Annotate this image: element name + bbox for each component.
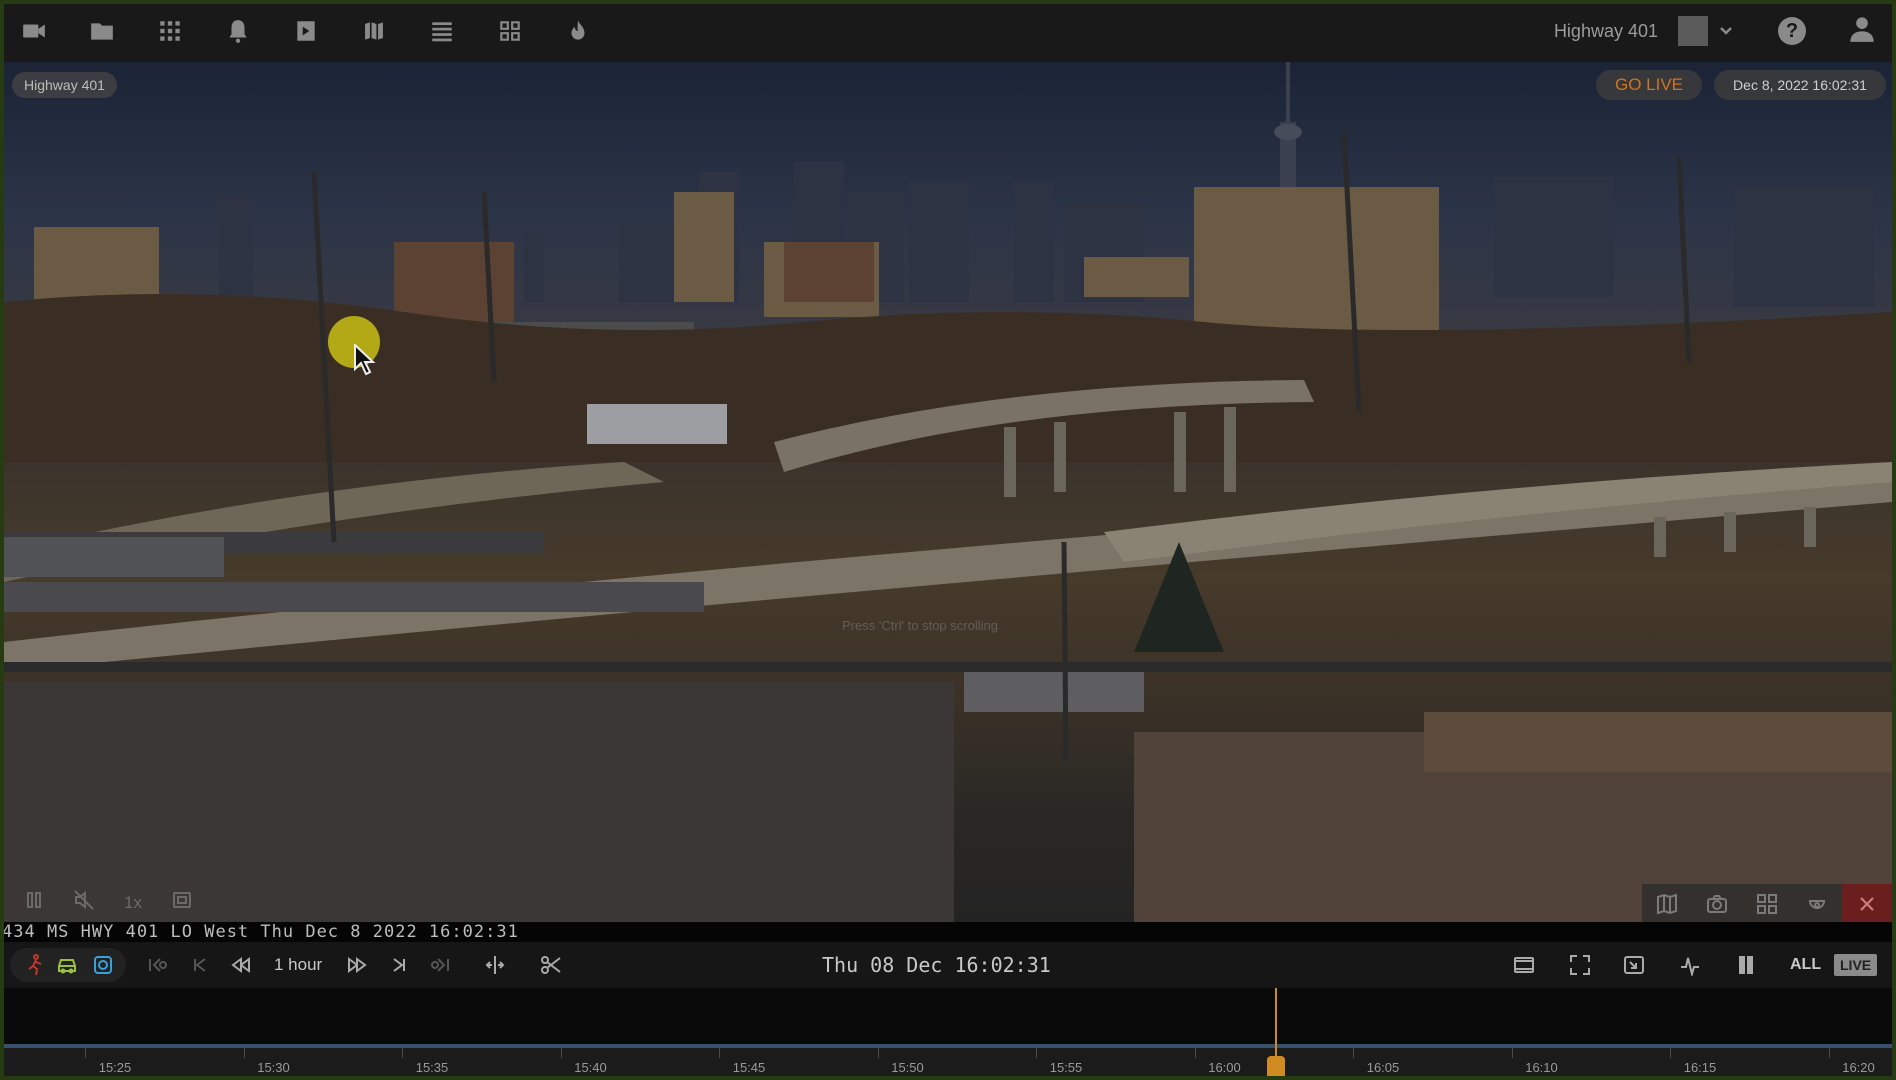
fire-icon[interactable] [544, 0, 612, 62]
layout-preview-icon[interactable] [1678, 16, 1708, 46]
timeline-tick-mark [719, 1048, 720, 1058]
go-live-button[interactable]: GO LIVE [1596, 70, 1702, 100]
timeline-tick-label: 15:55 [1049, 1060, 1083, 1075]
motion-filter-icon[interactable] [86, 942, 120, 988]
timeline-tick-label: 15:50 [891, 1060, 924, 1075]
dome-camera-icon[interactable] [1792, 884, 1842, 922]
timeline-tick-label: 16:10 [1525, 1060, 1558, 1075]
timeline-tick-mark [1828, 1048, 1830, 1058]
skip-start-icon[interactable] [183, 942, 217, 988]
timeline-tick-mark [1194, 1048, 1196, 1058]
next-event-icon[interactable] [424, 942, 458, 988]
mute-icon[interactable] [74, 890, 94, 915]
timeline-ruler[interactable]: 15:25 15:30 15:35 15:40 15:45 15:50 15:55 16:00… [0, 1048, 1896, 1080]
playhead-handle[interactable] [1267, 1056, 1285, 1080]
layout-grid-icon[interactable] [476, 0, 544, 62]
video-viewport[interactable]: Highway 401 GO LIVE Dec 8, 2022 16:02:31… [4, 62, 1892, 922]
user-icon[interactable] [1848, 15, 1896, 48]
playback-icon[interactable] [272, 0, 340, 62]
vehicle-filter-icon[interactable] [50, 942, 84, 988]
pause-icon[interactable] [24, 890, 44, 915]
filmstrip-icon[interactable] [1506, 942, 1542, 988]
timeline-tick-mark [877, 1048, 879, 1058]
timeline-tick-mark [1353, 1048, 1354, 1058]
digital-zoom-icon[interactable] [172, 890, 192, 915]
live-button[interactable]: LIVE [1834, 954, 1878, 976]
all-cameras-toggle[interactable]: ALL [1790, 942, 1821, 988]
playback-speed[interactable]: 1x [124, 893, 142, 913]
skip-end-icon[interactable] [382, 942, 416, 988]
split-icon[interactable] [478, 942, 512, 988]
fullscreen-icon[interactable] [1562, 942, 1598, 988]
scissors-icon[interactable] [534, 942, 568, 988]
close-icon[interactable] [1842, 884, 1892, 922]
scroll-hint: Press 'Ctrl' to stop scrolling [842, 618, 998, 633]
map-icon[interactable] [1642, 884, 1692, 922]
timeline-tick-label: 16:05 [1366, 1060, 1400, 1075]
camera-selector-label[interactable]: Highway 401 [1554, 21, 1658, 42]
snapshot-camera-icon[interactable] [1692, 884, 1742, 922]
timeline-tick-mark [1036, 1048, 1037, 1058]
camera-name-badge: Highway 401 [12, 72, 117, 98]
timeline-tick-label: 15:35 [415, 1060, 449, 1075]
timeline-tick-mark [85, 1048, 86, 1058]
timeline-tick-label: 16:00 [1208, 1060, 1241, 1075]
bell-icon[interactable] [204, 0, 272, 62]
tile-actions [1642, 884, 1892, 922]
rewind-icon[interactable] [224, 942, 258, 988]
timeline-tick-mark [1670, 1048, 1671, 1058]
player-left-controls: 1x [24, 890, 192, 915]
person-filter-icon[interactable] [18, 942, 52, 988]
time-range-selector[interactable]: 1 hour [274, 942, 322, 988]
list-icon[interactable] [408, 0, 476, 62]
activity-graph-icon[interactable] [1672, 942, 1708, 988]
playback-control-bar: 1 hour Thu 08 Dec 16:02:31 ALL LIVE [0, 942, 1896, 988]
timestamp-badge: Dec 8, 2022 16:02:31 [1714, 70, 1886, 100]
timeline[interactable]: 15:25 15:30 15:35 15:40 15:45 15:50 15:55 16:00… [0, 988, 1896, 1080]
timeline-tick-label: 15:30 [257, 1060, 290, 1075]
timeline-tick-label: 15:45 [732, 1060, 766, 1075]
folder-icon[interactable] [68, 0, 136, 62]
timeline-tick-mark [402, 1048, 403, 1058]
picture-in-picture-icon[interactable] [1616, 942, 1652, 988]
timeline-tick-label: 15:40 [574, 1060, 607, 1075]
camera-frame [4, 62, 1892, 922]
timeline-tick-label: 15:25 [98, 1060, 132, 1075]
pause-icon[interactable] [1728, 942, 1764, 988]
help-icon[interactable]: ? [1778, 17, 1806, 45]
previous-event-icon[interactable] [140, 942, 174, 988]
chevron-down-icon[interactable] [1714, 24, 1738, 38]
timeline-tick-mark [1511, 1048, 1513, 1058]
map-icon[interactable] [340, 0, 408, 62]
timeline-tick-label: 16:15 [1683, 1060, 1717, 1075]
mouse-cursor-icon [354, 344, 376, 376]
fast-forward-icon[interactable] [340, 942, 374, 988]
timeline-tick-mark [560, 1048, 562, 1058]
timeline-tick-label: 16:20 [1842, 1060, 1875, 1075]
top-toolbar: Highway 401 ? [0, 0, 1896, 62]
video-camera-icon[interactable] [0, 0, 68, 62]
apps-grid-icon[interactable] [136, 0, 204, 62]
camera-osd-text: 434 MS HWY 401 LO West Thu Dec 8 2022 16… [0, 922, 1896, 942]
timeline-tick-mark [243, 1048, 245, 1058]
layout-grid-icon[interactable] [1742, 884, 1792, 922]
current-time-display: Thu 08 Dec 16:02:31 [822, 953, 1051, 977]
